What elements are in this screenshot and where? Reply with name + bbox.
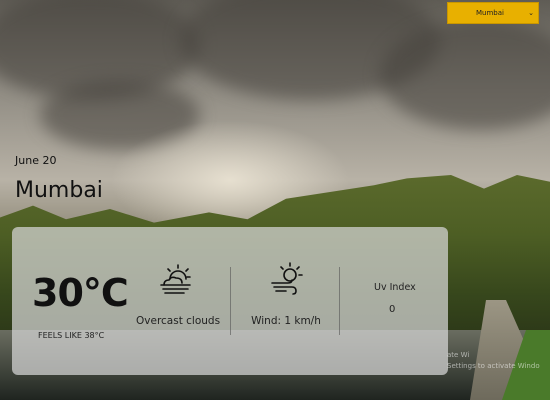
wind-block: Wind: 1 km/h bbox=[246, 259, 326, 327]
uv-index-value: 0 bbox=[389, 304, 396, 315]
uv-index-title: Uv Index bbox=[374, 282, 416, 293]
activation-watermark: ate Wi Settings to activate Windo bbox=[447, 350, 540, 372]
condition-block: Overcast clouds bbox=[136, 259, 221, 327]
city-select-dropdown[interactable]: Mumbai ⌄ bbox=[447, 2, 539, 24]
wind-label: Wind: 1 km/h bbox=[251, 315, 321, 327]
divider bbox=[230, 267, 231, 335]
feels-like-label: FEELS LIKE 38°C bbox=[38, 331, 105, 340]
divider bbox=[339, 267, 340, 335]
date-label: June 20 bbox=[15, 154, 57, 167]
wind-sun-icon bbox=[271, 262, 303, 295]
weather-panel: 30°C FEELS LIKE 38°C Overcast clouds Win… bbox=[12, 227, 448, 375]
chevron-down-icon: ⌄ bbox=[528, 9, 534, 17]
temperature-value: 30°C bbox=[32, 271, 129, 315]
watermark-line: Settings to activate Windo bbox=[447, 362, 540, 370]
condition-label: Overcast clouds bbox=[136, 315, 221, 327]
watermark-line: ate Wi bbox=[447, 351, 470, 359]
city-title: Mumbai bbox=[15, 178, 103, 203]
city-select-value: Mumbai bbox=[476, 9, 504, 17]
overcast-clouds-icon bbox=[160, 264, 191, 294]
